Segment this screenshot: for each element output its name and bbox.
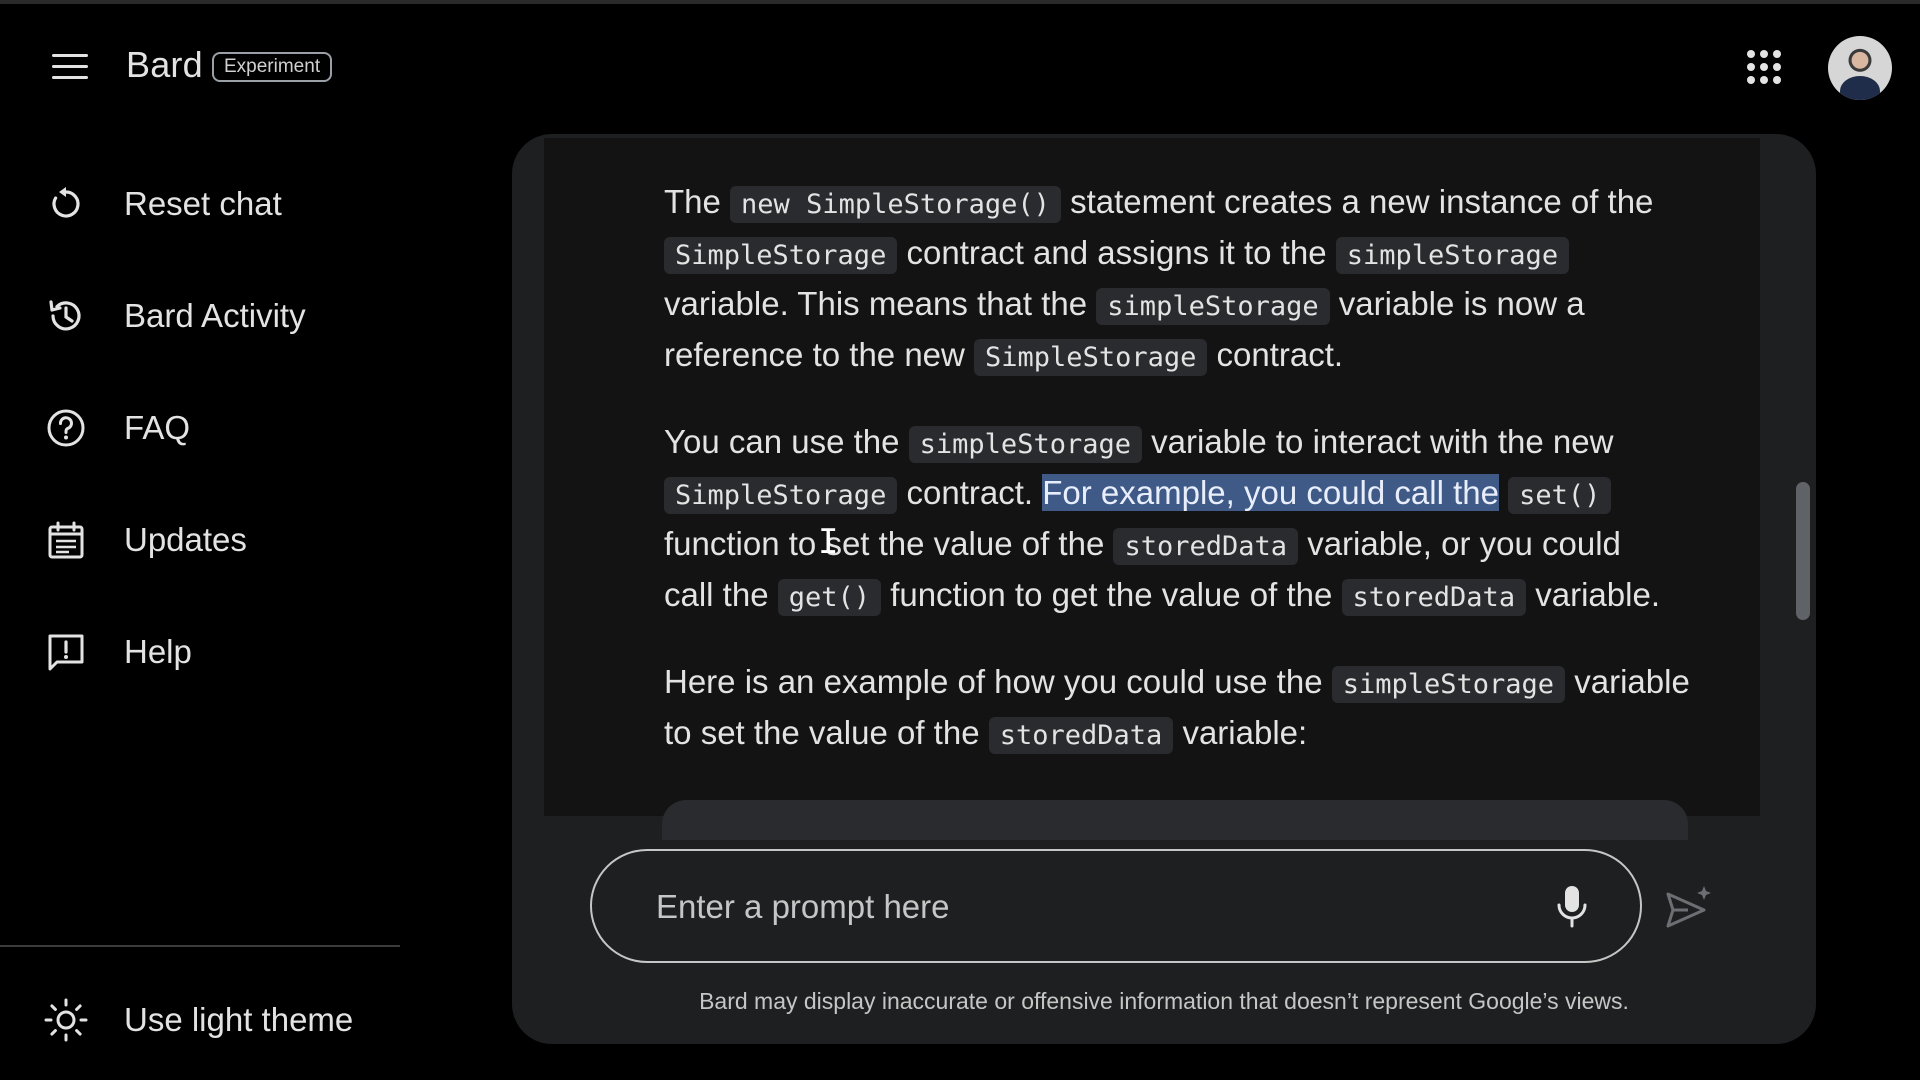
window-top-border — [0, 0, 1920, 4]
feedback-icon — [40, 626, 92, 678]
inline-code: get() — [777, 579, 882, 616]
google-apps-icon[interactable] — [1747, 50, 1781, 84]
microphone-icon[interactable] — [1552, 884, 1592, 930]
account-avatar[interactable] — [1828, 36, 1892, 100]
prompt-placeholder: Enter a prompt here — [656, 888, 950, 925]
reset-icon — [40, 178, 92, 230]
app-title: Bard — [126, 44, 203, 85]
history-icon — [40, 290, 92, 342]
text-cursor-icon: I — [818, 522, 839, 562]
inline-code: set() — [1508, 477, 1612, 514]
response-paragraph-3: Here is an example of how you could use … — [664, 658, 1704, 760]
inline-code: simpleStorage — [1331, 666, 1566, 703]
inline-code: SimpleStorage — [664, 477, 898, 514]
calendar-icon — [40, 514, 92, 566]
response-paragraph-1: The new SimpleStorage() statement create… — [664, 178, 1704, 382]
main-menu-icon[interactable] — [48, 52, 88, 82]
light-theme-label: Use light theme — [124, 1001, 354, 1038]
sidebar-divider — [0, 945, 400, 947]
inline-code: storedData — [1113, 528, 1299, 565]
inline-code: simpleStorage — [908, 426, 1142, 463]
sidebar-item-label: Reset chat — [124, 185, 282, 222]
code-block — [662, 800, 1688, 840]
inline-code: simpleStorage — [1096, 288, 1330, 325]
response-paragraph-2: You can use the simpleStorage variable t… — [664, 418, 1704, 622]
sidebar-item-help[interactable]: Help — [40, 622, 400, 682]
selected-text: For example, you could call the — [1042, 474, 1499, 511]
sidebar-item-updates[interactable]: Updates — [40, 510, 400, 570]
inline-code: simpleStorage — [1335, 237, 1570, 274]
inline-code: storedData — [988, 717, 1174, 754]
send-icon[interactable] — [1664, 884, 1712, 932]
sidebar-item-label: Help — [124, 633, 192, 670]
experiment-badge: Experiment — [212, 52, 333, 82]
sidebar-item-reset-chat[interactable]: Reset chat — [40, 174, 400, 234]
disclaimer-text: Bard may display inaccurate or offensive… — [699, 988, 1629, 1014]
chat-scrollbar[interactable] — [1796, 482, 1810, 620]
inline-code: SimpleStorage — [974, 339, 1208, 376]
sidebar-item-bard-activity[interactable]: Bard Activity — [40, 286, 400, 346]
sidebar-item-label: Bard Activity — [124, 297, 306, 334]
sidebar-item-faq[interactable]: FAQ — [40, 398, 400, 458]
inline-code: new SimpleStorage() — [730, 186, 1061, 223]
prompt-input[interactable]: Enter a prompt here — [590, 849, 1642, 963]
light-theme-toggle[interactable]: Use light theme — [40, 990, 400, 1050]
help-circle-icon — [40, 402, 92, 454]
sun-icon — [40, 994, 92, 1046]
inline-code: SimpleStorage — [664, 237, 898, 274]
inline-code: storedData — [1341, 579, 1527, 616]
sidebar-item-label: Updates — [124, 521, 247, 558]
sidebar-item-label: FAQ — [124, 409, 191, 446]
